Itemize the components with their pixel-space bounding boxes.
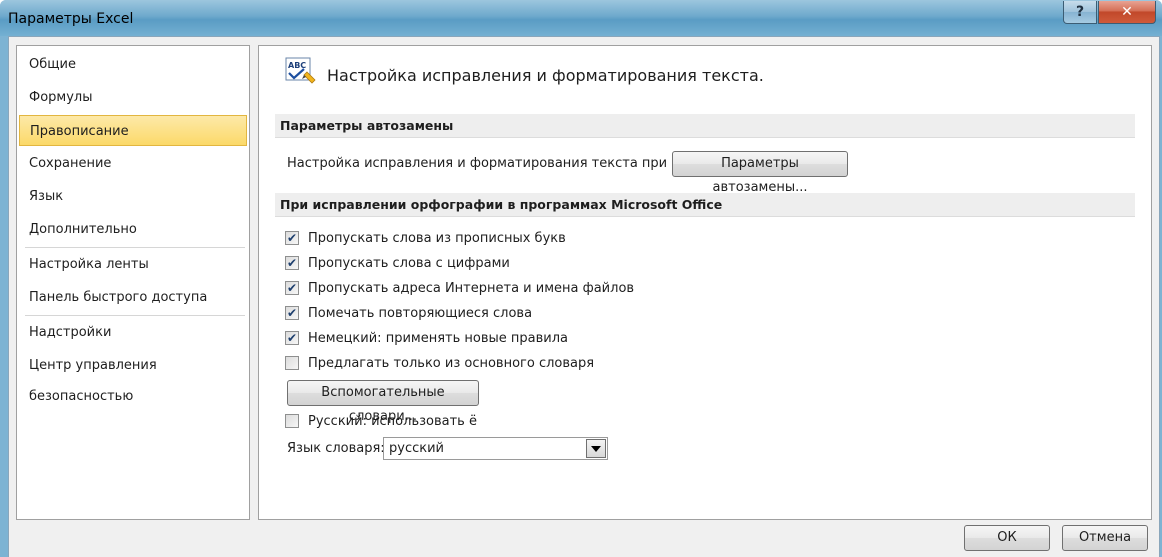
option-main-dictionary-only[interactable]: Предлагать только из основного словаря (285, 353, 594, 373)
proofing-panel: ABC Настройка исправления и форматирован… (258, 45, 1152, 520)
option-russian-yo[interactable]: Русский: использовать ё (285, 411, 477, 431)
title-bar[interactable]: Параметры Excel ? ✕ (0, 0, 1162, 36)
autocorrect-description: Настройка исправления и форматирования т… (287, 156, 716, 171)
spelling-section-header: При исправлении орфографии в программах … (275, 193, 1135, 217)
sidebar-item-trust-center[interactable]: Центр управления безопасностью (19, 350, 247, 404)
checkbox[interactable]: ✔ (285, 281, 299, 295)
sidebar-divider (25, 315, 245, 316)
dictionary-language-select[interactable]: русский (383, 437, 608, 460)
abc-spellcheck-icon: ABC (285, 57, 317, 89)
dialog-body: Общие Формулы Правописание Сохранение Яз… (8, 36, 1160, 557)
option-label: Пропускать адреса Интернета и имена файл… (308, 280, 635, 296)
sidebar-item-add-ins[interactable]: Надстройки (19, 317, 247, 348)
option-label: Русский: использовать ё (308, 413, 477, 429)
dictionary-language-label: Язык словаря: (287, 441, 385, 456)
ok-button[interactable]: ОК (964, 525, 1050, 551)
sidebar-item-proofing[interactable]: Правописание (19, 115, 247, 146)
custom-dictionaries-button[interactable]: Вспомогательные словари... (287, 380, 479, 424)
checkbox[interactable] (285, 414, 299, 428)
checkbox[interactable]: ✔ (285, 231, 299, 245)
option-label: Пропускать слова с цифрами (308, 255, 510, 271)
option-german-new-rules[interactable]: ✔ Немецкий: применять новые правила (285, 328, 568, 348)
option-label: Предлагать только из основного словаря (308, 355, 595, 371)
option-label: Немецкий: применять новые правила (308, 330, 568, 346)
sidebar-item-quick-access-toolbar[interactable]: Панель быстрого доступа (19, 282, 247, 313)
option-ignore-numbers[interactable]: ✔ Пропускать слова с цифрами (285, 253, 510, 273)
option-ignore-uppercase[interactable]: ✔ Пропускать слова из прописных букв (285, 228, 566, 248)
checkbox[interactable]: ✔ (285, 331, 299, 345)
window-title: Параметры Excel (8, 11, 134, 27)
sidebar-divider (25, 247, 245, 248)
close-button[interactable]: ✕ (1098, 1, 1156, 24)
sidebar-item-formulas[interactable]: Формулы (19, 82, 247, 113)
autocorrect-options-button[interactable]: Параметры автозамены... (672, 151, 848, 195)
sidebar-nav: Общие Формулы Правописание Сохранение Яз… (16, 45, 250, 520)
sidebar-item-save[interactable]: Сохранение (19, 148, 247, 179)
checkbox[interactable] (285, 356, 299, 370)
sidebar-item-customize-ribbon[interactable]: Настройка ленты (19, 249, 247, 280)
checkbox[interactable]: ✔ (285, 256, 299, 270)
dictionary-language-value: русский (389, 441, 444, 456)
option-label: Пропускать слова из прописных букв (308, 230, 566, 246)
option-ignore-internet-addresses[interactable]: ✔ Пропускать адреса Интернета и имена фа… (285, 278, 634, 298)
option-label: Помечать повторяющиеся слова (308, 305, 533, 321)
page-title: Настройка исправления и форматирования т… (327, 66, 764, 85)
help-button[interactable]: ? (1063, 1, 1097, 24)
chevron-down-icon[interactable] (586, 439, 606, 458)
autocorrect-section-header: Параметры автозамены (275, 114, 1135, 138)
checkbox[interactable]: ✔ (285, 306, 299, 320)
option-flag-repeated-words[interactable]: ✔ Помечать повторяющиеся слова (285, 303, 532, 323)
sidebar-item-language[interactable]: Язык (19, 181, 247, 212)
sidebar-item-advanced[interactable]: Дополнительно (19, 214, 247, 245)
cancel-button[interactable]: Отмена (1062, 525, 1148, 551)
excel-options-window: Параметры Excel ? ✕ Общие Формулы Правоп… (0, 0, 1162, 557)
sidebar-item-general[interactable]: Общие (19, 49, 247, 80)
